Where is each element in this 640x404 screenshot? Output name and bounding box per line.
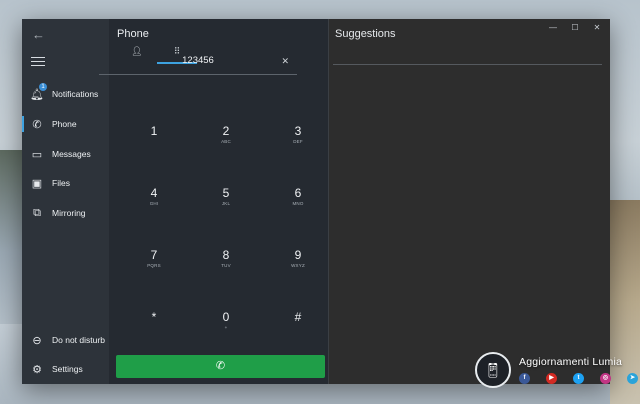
close-icon[interactable]: ✕ bbox=[281, 56, 289, 67]
sidebar-item-label: Messages bbox=[52, 149, 91, 159]
key-digit: 1 bbox=[150, 124, 158, 138]
sidebar-item-label: Notifications bbox=[52, 89, 99, 99]
watermark: 📱︎ Aggiornamenti Lumia f ▶ t ◎ ➤ bbox=[475, 352, 638, 388]
key-digit: 9 bbox=[294, 248, 302, 262]
number-input[interactable]: 123456 ✕ bbox=[99, 55, 297, 75]
sidebar-item-label: Files bbox=[52, 178, 70, 188]
sidebar-item-label: Do not disturb bbox=[52, 335, 105, 345]
facebook-icon: f bbox=[519, 373, 530, 384]
twitter-icon: t bbox=[573, 373, 584, 384]
suggestions-pane: Suggestions — ☐ ✕ bbox=[328, 19, 610, 384]
phone-call-icon: ✆ bbox=[215, 360, 226, 372]
sidebar-item-settings[interactable]: ⚙ Settings bbox=[22, 356, 109, 382]
key-digit: 5 bbox=[222, 186, 230, 200]
watermark-logo-icon: 📱︎ bbox=[475, 352, 511, 388]
key-1[interactable]: 1 bbox=[118, 120, 190, 182]
key-letters: ABC bbox=[221, 139, 231, 144]
minus-circle-icon: ⊖ bbox=[32, 334, 42, 347]
close-icon[interactable]: ✕ bbox=[586, 21, 608, 35]
key-digit: 4 bbox=[150, 186, 158, 200]
sidebar-item-label: Mirroring bbox=[52, 208, 86, 218]
key-digit: 3 bbox=[294, 124, 302, 138]
key-8[interactable]: 8 TUV bbox=[190, 244, 262, 306]
sidebar-item-phone[interactable]: ✆ Phone bbox=[22, 111, 109, 137]
divider bbox=[333, 64, 602, 65]
key-digit: 2 bbox=[222, 124, 230, 138]
sidebar-item-mirroring[interactable]: ⧉ Mirroring bbox=[22, 200, 109, 226]
key-6[interactable]: 6 MNO bbox=[262, 182, 334, 244]
back-arrow-icon[interactable]: ← bbox=[32, 27, 45, 42]
key-digit: 0 bbox=[222, 310, 230, 324]
key-letters: + bbox=[224, 325, 228, 330]
key-4[interactable]: 4 GHI bbox=[118, 182, 190, 244]
key-digit: 6 bbox=[294, 186, 302, 200]
call-button[interactable]: ✆ bbox=[116, 355, 325, 378]
key-5[interactable]: 5 JKL bbox=[190, 182, 262, 244]
bell-icon: 🔔︎ 1 bbox=[22, 82, 52, 101]
maximize-icon[interactable]: ☐ bbox=[564, 21, 586, 35]
watermark-name: Aggiornamenti Lumia bbox=[519, 356, 623, 368]
key-3[interactable]: 3 DEF bbox=[262, 120, 334, 182]
gear-icon: ⚙ bbox=[32, 363, 42, 376]
dialpad: 1 2 ABC 3 DEF 4 GHI 5 JKL 6 MNO 7 PQRS 8 TUV 9W… bbox=[118, 120, 334, 368]
key-letters: MNO bbox=[292, 201, 304, 206]
key-letters: DEF bbox=[293, 139, 303, 144]
sidebar-item-do-not-disturb[interactable]: ⊖ Do not disturb bbox=[22, 327, 109, 353]
dialed-number: 123456 bbox=[182, 55, 214, 66]
key-letters: JKL bbox=[221, 201, 231, 206]
key-9[interactable]: 9 WXYZ bbox=[262, 244, 334, 306]
instagram-icon: ◎ bbox=[600, 373, 611, 384]
sidebar-item-files[interactable]: ▣ Files bbox=[22, 170, 109, 196]
sidebar-item-messages[interactable]: ▭ Messages bbox=[22, 141, 109, 167]
sidebar-item-label: Settings bbox=[52, 364, 83, 374]
key-digit: * bbox=[151, 310, 157, 324]
key-letters: GHI bbox=[149, 201, 159, 206]
sidebar-item-notifications[interactable]: 🔔︎ 1 Notifications bbox=[22, 81, 109, 107]
sidebar-item-label: Phone bbox=[52, 119, 77, 129]
key-7[interactable]: 7 PQRS bbox=[118, 244, 190, 306]
window-controls: — ☐ ✕ bbox=[542, 21, 608, 35]
telegram-icon: ➤ bbox=[627, 373, 638, 384]
key-digit: 8 bbox=[222, 248, 230, 262]
key-letters: PQRS bbox=[147, 263, 161, 268]
key-digit: # bbox=[294, 310, 302, 324]
hamburger-icon[interactable] bbox=[31, 57, 45, 67]
phone-icon: ✆ bbox=[32, 118, 42, 131]
key-letters: WXYZ bbox=[291, 263, 305, 268]
key-letters: TUV bbox=[221, 263, 231, 268]
photo-icon: ▣ bbox=[31, 177, 43, 190]
youtube-icon: ▶ bbox=[546, 373, 557, 384]
page-title: Phone bbox=[117, 28, 149, 40]
minimize-icon[interactable]: — bbox=[542, 21, 564, 35]
notification-badge: 1 bbox=[39, 82, 47, 91]
key-2[interactable]: 2 ABC bbox=[190, 120, 262, 182]
mirroring-icon: ⧉ bbox=[33, 206, 41, 219]
social-icons: f ▶ t ◎ ➤ bbox=[519, 373, 638, 384]
sidebar: ← 🔔︎ 1 Notifications ✆ Phone ▭ Messages ▣… bbox=[22, 19, 109, 384]
chat-icon: ▭ bbox=[31, 148, 43, 161]
key-digit: 7 bbox=[150, 248, 158, 262]
suggestions-title: Suggestions bbox=[335, 28, 396, 40]
